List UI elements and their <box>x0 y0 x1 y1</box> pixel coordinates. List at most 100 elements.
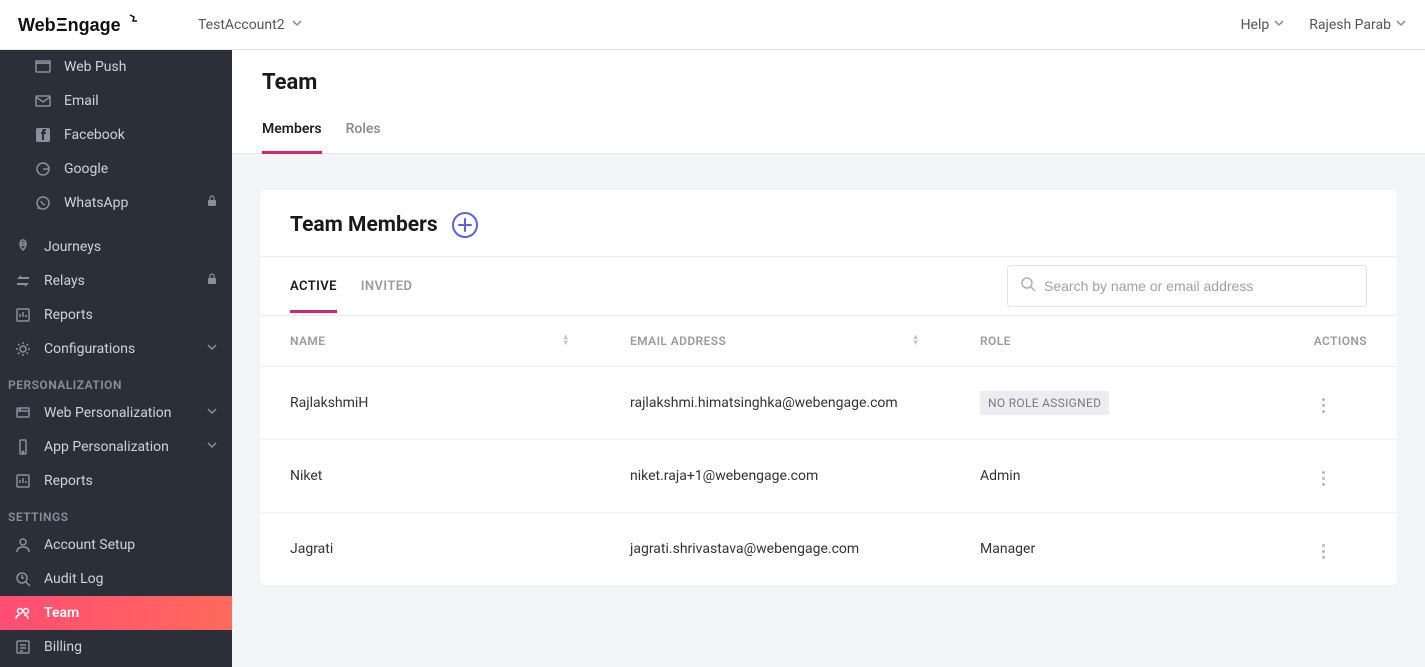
content: Team Members ACTIVE INVITED <box>232 154 1425 605</box>
sidebar-item-whatsapp[interactable]: WhatsApp <box>0 186 232 220</box>
sidebar-item-facebook[interactable]: Facebook <box>0 118 232 152</box>
help-menu[interactable]: Help <box>1241 17 1286 33</box>
audit-log-icon <box>14 570 32 588</box>
cell-actions <box>1284 367 1397 440</box>
help-label: Help <box>1241 17 1270 33</box>
cell-email: niket.raja+1@webengage.com <box>600 440 950 513</box>
col-actions: ACTIONS <box>1284 316 1397 367</box>
relays-icon <box>14 272 32 290</box>
svg-text:Web: Web <box>18 15 56 35</box>
chevron-down-icon <box>1395 17 1407 33</box>
plus-icon <box>458 218 472 232</box>
page-tabs: Members Roles <box>232 111 1425 154</box>
card-sub-tabs: ACTIVE INVITED <box>290 261 412 312</box>
search-input[interactable] <box>1044 278 1354 294</box>
sidebar-item-reports[interactable]: Reports <box>0 464 232 498</box>
sidebar-item-label: Audit Log <box>44 571 104 587</box>
sort-icon: ▲▼ <box>562 334 570 346</box>
sidebar-item-label: Team <box>44 605 79 621</box>
cell-role: Manager <box>950 513 1284 586</box>
sidebar-section-personalization: PERSONALIZATION <box>0 366 232 396</box>
chevron-down-icon <box>1273 17 1285 33</box>
sidebar-item-label: Reports <box>44 307 93 323</box>
chevron-down-icon <box>206 341 218 357</box>
row-actions-menu[interactable] <box>1314 467 1333 490</box>
sidebar-item-label: Reports <box>44 473 93 489</box>
whatsapp-icon <box>34 194 52 212</box>
add-member-button[interactable] <box>452 212 478 238</box>
search-icon <box>1020 276 1036 296</box>
sidebar-item-team[interactable]: Team <box>0 596 232 630</box>
tab-roles[interactable]: Roles <box>346 111 381 153</box>
sidebar-item-label: WhatsApp <box>64 195 128 211</box>
row-actions-menu[interactable] <box>1314 540 1333 563</box>
subtab-invited[interactable]: INVITED <box>361 261 413 312</box>
sidebar-item-web-push[interactable]: Web Push <box>0 50 232 84</box>
sidebar-section-settings: SETTINGS <box>0 498 232 528</box>
chevron-down-icon <box>206 405 218 421</box>
search-box[interactable] <box>1007 265 1367 307</box>
sidebar-item-label: Web Personalization <box>44 405 172 421</box>
journeys-icon <box>14 238 32 256</box>
col-email[interactable]: EMAIL ADDRESS ▲▼ <box>600 316 950 367</box>
sidebar-item-label: Configurations <box>44 341 135 357</box>
sidebar-item-journeys[interactable]: Journeys <box>0 230 232 264</box>
sidebar-item-label: Google <box>64 161 108 177</box>
google-icon <box>34 160 52 178</box>
no-role-badge: NO ROLE ASSIGNED <box>980 391 1109 415</box>
sidebar-item-label: Web Push <box>64 59 126 75</box>
chevron-down-icon <box>291 17 303 33</box>
user-menu[interactable]: Rajesh Parab <box>1309 17 1407 33</box>
sidebar-item-label: Account Setup <box>44 537 135 553</box>
sidebar-item-billing[interactable]: Billing <box>0 630 232 664</box>
card-header: Team Members <box>260 190 1397 257</box>
account-name: TestAccount2 <box>198 17 285 33</box>
account-setup-icon <box>14 536 32 554</box>
facebook-icon <box>34 126 52 144</box>
lock-icon <box>206 273 218 289</box>
chevron-down-icon <box>206 439 218 455</box>
col-role: ROLE <box>950 316 1284 367</box>
card-sub-header: ACTIVE INVITED <box>260 257 1397 316</box>
sidebar-item-label: Journeys <box>44 239 101 255</box>
sidebar-item-label: Facebook <box>64 127 125 143</box>
app-personalization-icon <box>14 438 32 456</box>
web-push-icon <box>34 58 52 76</box>
page-title: Team <box>232 50 1425 111</box>
sidebar-item-configurations[interactable]: Configurations <box>0 332 232 366</box>
search-wrap <box>1007 265 1367 307</box>
table-row: RajlakshmiHrajlakshmi.himatsinghka@weben… <box>260 367 1397 440</box>
sidebar: Web Push Email Facebook Google WhatsApp Jour… <box>0 50 232 667</box>
sidebar-item-web-personalization[interactable]: Web Personalization <box>0 396 232 430</box>
sidebar-item-google[interactable]: Google <box>0 152 232 186</box>
sidebar-item-label: App Personalization <box>44 439 169 455</box>
cell-name: RajlakshmiH <box>260 367 600 440</box>
cell-name: Niket <box>260 440 600 513</box>
sidebar-item-app-personalization[interactable]: App Personalization <box>0 430 232 464</box>
sidebar-item-relays[interactable]: Relays <box>0 264 232 298</box>
email-icon <box>34 92 52 110</box>
cell-role: Admin <box>950 440 1284 513</box>
sidebar-item-label: Billing <box>44 639 82 655</box>
sidebar-item-email[interactable]: Email <box>0 84 232 118</box>
main: Team Members Roles Team Members ACTIVE INV… <box>232 50 1425 667</box>
cell-email: jagrati.shrivastava@webengage.com <box>600 513 950 586</box>
account-switcher[interactable]: TestAccount2 <box>188 11 313 39</box>
sidebar-item-audit-log[interactable]: Audit Log <box>0 562 232 596</box>
reports-icon <box>14 306 32 324</box>
team-members-card: Team Members ACTIVE INVITED <box>260 190 1397 585</box>
tab-members[interactable]: Members <box>262 111 322 153</box>
sidebar-item-label: Relays <box>44 273 85 289</box>
web-personalization-icon <box>14 404 32 422</box>
topbar-right: Help Rajesh Parab <box>1241 17 1407 33</box>
row-actions-menu[interactable] <box>1314 394 1333 417</box>
logo[interactable]: Web Ξngage <box>18 11 168 39</box>
members-table: NAME ▲▼ EMAIL ADDRESS ▲▼ ROLE ACTIONS <box>260 316 1397 585</box>
col-name[interactable]: NAME ▲▼ <box>260 316 600 367</box>
cell-actions <box>1284 440 1397 513</box>
webengage-logo-icon: Web Ξngage <box>18 11 148 39</box>
sidebar-item-reports[interactable]: Reports <box>0 298 232 332</box>
topbar: Web Ξngage TestAccount2 Help Rajesh Para… <box>0 0 1425 50</box>
subtab-active[interactable]: ACTIVE <box>290 261 337 312</box>
sidebar-item-account-setup[interactable]: Account Setup <box>0 528 232 562</box>
